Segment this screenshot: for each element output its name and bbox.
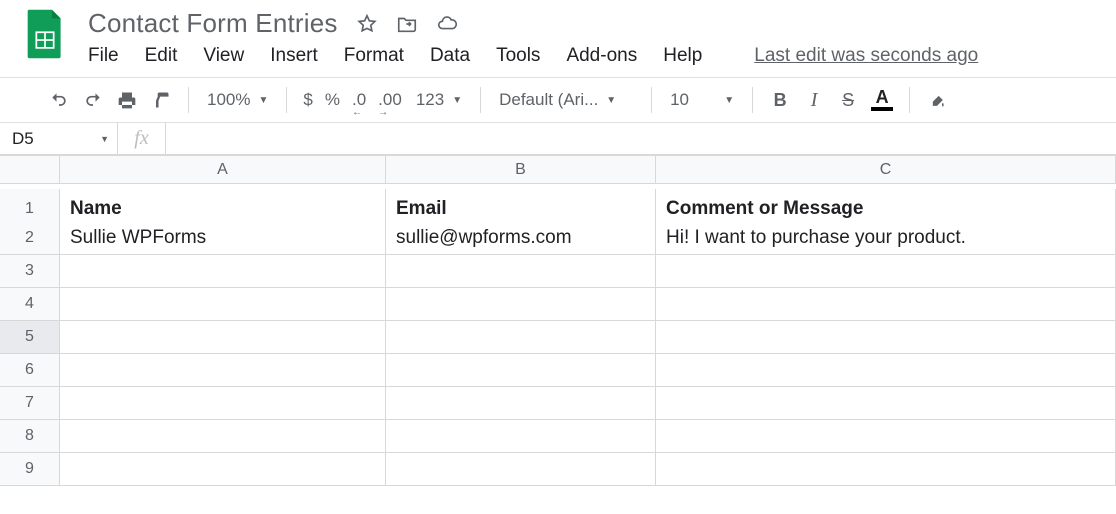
formula-input[interactable] [166, 123, 1116, 154]
menu-insert[interactable]: Insert [270, 45, 318, 67]
cell-c2[interactable]: Hi! I want to purchase your product. [656, 222, 1116, 255]
italic-button[interactable]: I [797, 83, 831, 117]
select-all-corner[interactable] [0, 156, 60, 184]
cell-b8[interactable] [386, 420, 656, 453]
caret-down-icon: ▼ [258, 95, 268, 106]
row-header-7[interactable]: 7 [0, 387, 60, 420]
menu-bar: File Edit View Insert Format Data Tools … [88, 45, 1100, 67]
menu-addons[interactable]: Add-ons [566, 45, 637, 67]
row-header-6[interactable]: 6 [0, 354, 60, 387]
cell-a6[interactable] [60, 354, 386, 387]
increase-decimal-button[interactable]: .00→ [372, 83, 408, 117]
move-folder-icon[interactable] [396, 13, 418, 35]
zoom-dropdown[interactable]: 100% ▼ [199, 83, 276, 117]
cell-c7[interactable] [656, 387, 1116, 420]
menu-file[interactable]: File [88, 45, 119, 67]
document-title[interactable]: Contact Form Entries [88, 8, 338, 39]
menu-format[interactable]: Format [344, 45, 404, 67]
cell-b6[interactable] [386, 354, 656, 387]
cell-a9[interactable] [60, 453, 386, 486]
menu-view[interactable]: View [203, 45, 244, 67]
cell-a7[interactable] [60, 387, 386, 420]
spreadsheet-grid[interactable]: A B C 1 Name Email Comment or Message 2 … [0, 155, 1116, 486]
caret-down-icon: ▼ [452, 95, 462, 106]
cell-c5[interactable] [656, 321, 1116, 354]
cell-b7[interactable] [386, 387, 656, 420]
row-header-4[interactable]: 4 [0, 288, 60, 321]
cloud-status-icon[interactable] [436, 13, 458, 35]
caret-down-icon: ▼ [724, 95, 734, 106]
formula-bar: D5 ▼ fx [0, 123, 1116, 155]
bold-button[interactable]: B [763, 83, 797, 117]
menu-help[interactable]: Help [663, 45, 702, 67]
row-header-8[interactable]: 8 [0, 420, 60, 453]
cell-a3[interactable] [60, 255, 386, 288]
zoom-value: 100% [207, 90, 250, 110]
cell-a4[interactable] [60, 288, 386, 321]
cell-a8[interactable] [60, 420, 386, 453]
format-currency-button[interactable]: $ [297, 83, 318, 117]
menu-edit[interactable]: Edit [145, 45, 178, 67]
caret-down-icon: ▼ [100, 134, 109, 144]
paint-format-button[interactable] [144, 83, 178, 117]
cell-b9[interactable] [386, 453, 656, 486]
cell-a2[interactable]: Sullie WPForms [60, 222, 386, 255]
cell-a5[interactable] [60, 321, 386, 354]
more-formats-dropdown[interactable]: 123▼ [408, 83, 470, 117]
row-header-2[interactable]: 2 [0, 222, 60, 255]
column-header-b[interactable]: B [386, 156, 656, 184]
cell-c8[interactable] [656, 420, 1116, 453]
print-button[interactable] [110, 83, 144, 117]
font-size-dropdown[interactable]: 10 ▼ [662, 83, 742, 117]
app-logo[interactable] [20, 8, 70, 60]
column-header-c[interactable]: C [656, 156, 1116, 184]
row-header-5[interactable]: 5 [0, 321, 60, 354]
cell-b4[interactable] [386, 288, 656, 321]
cell-c6[interactable] [656, 354, 1116, 387]
text-color-button[interactable]: A [865, 89, 899, 111]
redo-button[interactable] [76, 83, 110, 117]
row-header-3[interactable]: 3 [0, 255, 60, 288]
row-header-9[interactable]: 9 [0, 453, 60, 486]
column-header-a[interactable]: A [60, 156, 386, 184]
last-edit-link[interactable]: Last edit was seconds ago [754, 45, 978, 67]
cell-c4[interactable] [656, 288, 1116, 321]
undo-button[interactable] [42, 83, 76, 117]
toolbar: 100% ▼ $ % .0← .00→ 123▼ Default (Ari...… [0, 77, 1116, 123]
strikethrough-button[interactable]: S [831, 83, 865, 117]
cell-c9[interactable] [656, 453, 1116, 486]
cell-b5[interactable] [386, 321, 656, 354]
menu-data[interactable]: Data [430, 45, 470, 67]
menu-tools[interactable]: Tools [496, 45, 540, 67]
decrease-decimal-button[interactable]: .0← [346, 83, 372, 117]
cell-b2[interactable]: sullie@wpforms.com [386, 222, 656, 255]
caret-down-icon: ▼ [606, 95, 616, 106]
text-color-swatch [871, 107, 893, 111]
cell-c3[interactable] [656, 255, 1116, 288]
name-box[interactable]: D5 ▼ [0, 123, 118, 154]
star-icon[interactable] [356, 13, 378, 35]
fill-color-button[interactable] [920, 83, 954, 117]
cell-b3[interactable] [386, 255, 656, 288]
fx-icon: fx [118, 123, 166, 154]
format-percent-button[interactable]: % [319, 83, 346, 117]
font-family-dropdown[interactable]: Default (Ari... ▼ [491, 83, 641, 117]
